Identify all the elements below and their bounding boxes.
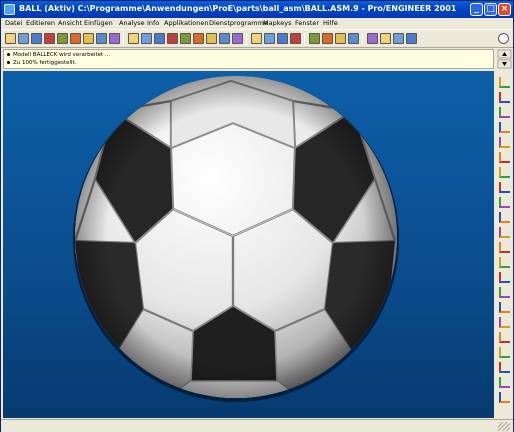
- application-window: BALL (Aktiv) C:\Programme\Anwendungen\Pr…: [0, 0, 514, 432]
- shading-icon[interactable]: [290, 33, 301, 44]
- datum-point-tool-icon[interactable]: [499, 122, 510, 133]
- toolbar-separator: [304, 33, 305, 45]
- cut-icon[interactable]: [83, 33, 94, 44]
- message-scrollbar[interactable]: [496, 49, 513, 69]
- message-bullet-icon: [7, 61, 10, 64]
- round-tool-icon[interactable]: [499, 212, 510, 223]
- resize-grip-icon[interactable]: [498, 422, 510, 431]
- proe-app-icon[interactable]: [4, 4, 15, 15]
- datum-points-icon[interactable]: [335, 33, 346, 44]
- message-text-1: Modell BALLECK wird verarbeitet ...: [13, 52, 111, 58]
- datum-axis-tool-icon[interactable]: [499, 92, 510, 103]
- message-area: Modell BALLECK wird verarbeitet ... Zu 1…: [3, 49, 494, 69]
- extrude-tool-icon[interactable]: [499, 242, 510, 253]
- csys-icon[interactable]: [348, 33, 359, 44]
- maximize-button[interactable]: □: [484, 3, 497, 16]
- menu-bar: Datei Editieren Ansicht Einfügen Analyse…: [1, 18, 513, 29]
- merge-tool-icon[interactable]: [499, 332, 510, 343]
- message-text-2: Zu 100% fertiggestellt.: [13, 60, 77, 66]
- print-icon[interactable]: [57, 33, 68, 44]
- datum-curve-tool-icon[interactable]: [499, 107, 510, 118]
- menu-editieren[interactable]: Editieren: [26, 19, 55, 27]
- regenerate-icon[interactable]: [367, 33, 378, 44]
- message-line-2: Zu 100% fertiggestellt.: [7, 60, 76, 66]
- menu-mapkeys[interactable]: Mapkeys: [263, 19, 291, 27]
- title-bar[interactable]: BALL (Aktiv) C:\Programme\Anwendungen\Pr…: [1, 1, 513, 18]
- select-icon[interactable]: [380, 33, 391, 44]
- menu-hilfe[interactable]: Hilfe: [323, 19, 338, 27]
- toolbar-separator: [246, 33, 247, 45]
- pattern-tool-icon[interactable]: [499, 302, 510, 313]
- saved-views-icon[interactable]: [219, 33, 230, 44]
- erase-icon[interactable]: [70, 33, 81, 44]
- repaint-icon[interactable]: [128, 33, 139, 44]
- spin-icon[interactable]: [193, 33, 204, 44]
- minimize-button[interactable]: _: [470, 3, 483, 16]
- ball-panels: [75, 76, 397, 398]
- view-manager-icon[interactable]: [206, 33, 217, 44]
- chamfer-tool-icon[interactable]: [499, 227, 510, 238]
- datum-planes-icon[interactable]: [309, 33, 320, 44]
- datum-plane-tool-icon[interactable]: [499, 77, 510, 88]
- sketch-tool-icon[interactable]: [498, 33, 509, 44]
- context-help-icon[interactable]: [406, 33, 417, 44]
- orient-icon[interactable]: [141, 33, 152, 44]
- revolve-tool-icon[interactable]: [499, 257, 510, 268]
- menu-einfuegen[interactable]: Einfügen: [84, 19, 113, 27]
- copy-icon[interactable]: [96, 33, 107, 44]
- save-copy-icon[interactable]: [44, 33, 55, 44]
- main-toolbar: [1, 29, 513, 48]
- status-bar: [1, 419, 513, 432]
- menu-analyse[interactable]: Analyse: [119, 19, 145, 27]
- thicken-tool-icon[interactable]: [499, 377, 510, 388]
- no-hidden-icon[interactable]: [277, 33, 288, 44]
- sweep-tool-icon[interactable]: [499, 272, 510, 283]
- close-button[interactable]: ×: [498, 3, 511, 16]
- toolbar-separator: [123, 33, 124, 45]
- menu-ansicht[interactable]: Ansicht: [58, 19, 82, 27]
- soccer-ball-model: [73, 76, 399, 402]
- rib-tool-icon[interactable]: [499, 182, 510, 193]
- hole-tool-icon[interactable]: [499, 152, 510, 163]
- menu-applikationen[interactable]: Applikationen: [164, 19, 209, 27]
- datum-csys-tool-icon[interactable]: [499, 137, 510, 148]
- draft-tool-icon[interactable]: [499, 197, 510, 208]
- trim-tool-icon[interactable]: [499, 347, 510, 358]
- zoom-in-icon[interactable]: [154, 33, 165, 44]
- window-title: BALL (Aktiv) C:\Programme\Anwendungen\Pr…: [19, 4, 457, 13]
- new-file-icon[interactable]: [5, 33, 16, 44]
- menu-fenster[interactable]: Fenster: [295, 19, 319, 27]
- analysis-icon[interactable]: [393, 33, 404, 44]
- datum-axes-icon[interactable]: [322, 33, 333, 44]
- message-bullet-icon: [7, 53, 10, 56]
- offset-tool-icon[interactable]: [499, 362, 510, 373]
- mirror-tool-icon[interactable]: [499, 317, 510, 328]
- shell-tool-icon[interactable]: [499, 167, 510, 178]
- hidden-line-icon[interactable]: [264, 33, 275, 44]
- refit-icon[interactable]: [180, 33, 191, 44]
- model-tree-icon[interactable]: [232, 33, 243, 44]
- open-file-icon[interactable]: [18, 33, 29, 44]
- menu-dienstprogramme[interactable]: Dienstprogramme: [209, 19, 268, 27]
- paste-icon[interactable]: [109, 33, 120, 44]
- feature-toolbar: [496, 71, 513, 418]
- menu-info[interactable]: Info: [147, 19, 159, 27]
- zoom-out-icon[interactable]: [167, 33, 178, 44]
- blend-tool-icon[interactable]: [499, 287, 510, 298]
- save-icon[interactable]: [31, 33, 42, 44]
- wireframe-icon[interactable]: [251, 33, 262, 44]
- message-line-1: Modell BALLECK wird verarbeitet ...: [7, 52, 110, 58]
- solidify-tool-icon[interactable]: [499, 392, 510, 403]
- scroll-arrows-icon: [497, 49, 512, 69]
- graphics-viewport[interactable]: [3, 71, 494, 418]
- menu-datei[interactable]: Datei: [5, 19, 22, 27]
- toolbar-separator: [362, 33, 363, 45]
